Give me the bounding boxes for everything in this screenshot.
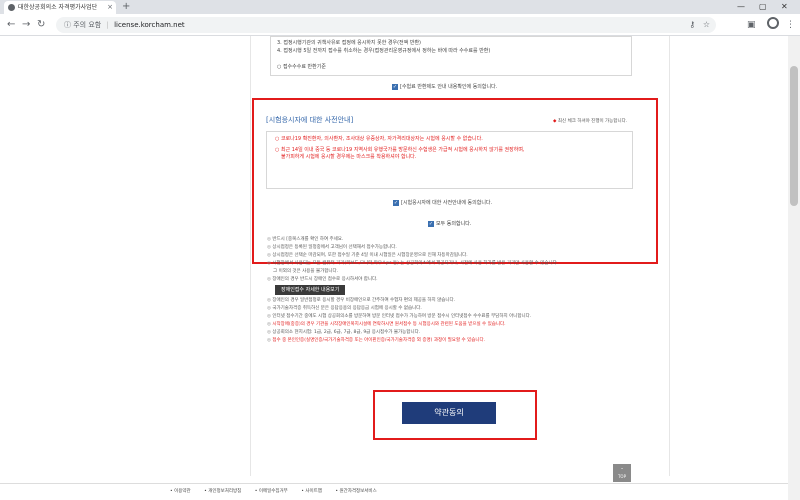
footer: • 이용약관 • 개인정보처리방침 • 이메일수집거부 • 사이트맵 • 원간자…	[0, 483, 800, 500]
browser-tab-bar: 대한상공회의소 자격평가사업단 × + — ▢ ✕	[0, 0, 800, 14]
guide-item: 장애인접수 자세한 내용보기	[267, 284, 637, 297]
menu-kebab-icon[interactable]: ⋮	[786, 17, 795, 33]
notice-agree-checkbox[interactable]: ✓	[393, 199, 399, 206]
forward-arrow-icon[interactable]: →	[22, 17, 30, 33]
footer-link-service[interactable]: • 원간자격정보서비스	[335, 489, 382, 494]
url-text: license.korcham.net	[114, 21, 185, 29]
guide-item: ◎ 시작장애(중증)의 경우 기관을 시작장애인복지시설에 연락하시면 원서접수…	[267, 322, 506, 327]
address-divider: |	[106, 21, 109, 29]
required-star-icon: ◆	[553, 119, 557, 124]
guide-item: ◎ 접수 중 본인인증(실명인증/국가기술자격증 또는 아이핀인증/국가기술자격…	[267, 338, 486, 343]
page-viewport: 3. 접정시행기관의 귀책사유로 접정에 응시하지 못한 경우(전액 반환) 4…	[0, 36, 800, 500]
scrollbar-thumb[interactable]	[790, 66, 798, 206]
notice-required-note: ◆ 최신 체크 하셔야 진행이 가능합니다.	[553, 118, 627, 124]
notice-paragraph: 불가피하게 시험에 응시할 경우에는 마스크를 착용하셔야 합니다.	[281, 154, 417, 160]
terms-line: 3. 접정시행기관의 귀책사유로 접정에 응시하지 못한 경우(전액 반환)	[277, 40, 422, 46]
tab-title: 대한상공회의소 자격평가사업단	[18, 4, 98, 11]
footer-link-privacy[interactable]: • 개인정보처리방침	[204, 489, 247, 494]
guide-item: ◎ 상공회의소 현지시험: 1급, 2급, 6급, 7급, 8급, 9급 응시접…	[267, 330, 421, 335]
guide-item: ◎ 상시접정은 선택순 마감되며, 또한 접수일 기준 4일 이내 시험일은 시…	[267, 253, 468, 258]
site-favicon-icon	[8, 4, 15, 11]
guide-item: ◎ 국가기술자격증 취득하신 분은 응답응용의 응답응금 시험에 응시할 수 없…	[267, 306, 422, 311]
address-bar[interactable]: ⓘ 주의 요함 | license.korcham.net ⚷ ☆	[56, 17, 716, 33]
security-label: 주의 요함	[73, 21, 102, 29]
all-agree-row: ✓ 모두 동의합니다.	[428, 220, 471, 227]
back-arrow-icon[interactable]: ←	[7, 17, 15, 33]
guide-item: ◎ 장애인의 경우 반드시 장애인 접수로 응시하셔야 합니다.	[267, 277, 378, 282]
key-icon[interactable]: ⚷	[689, 20, 695, 29]
chevron-up-icon: ⌃	[620, 467, 624, 472]
notice-agree-row: ✓ [시험응시자에 대한 사전안내에 동의합니다.	[393, 199, 492, 207]
guide-list: ◎ 반드시 [중복스개를 확인 하여 주세요. ◎ 상시접정은 등록된 일정중에…	[267, 236, 637, 345]
all-agree-checkbox[interactable]: ✓	[428, 220, 434, 227]
agree-terms-button[interactable]: 약관동의	[402, 402, 496, 424]
terms-line: 4. 접정시행 5일 전까지 접수를 취소하는 경우(접정관리운영규정에서 정하…	[277, 48, 491, 54]
refund-agree-row: ✓ [수험료 반환제도 안내 내용확인에 동의합니다.	[392, 83, 497, 91]
disabled-registration-detail-button[interactable]: 장애인접수 자세한 내용보기	[275, 285, 346, 295]
notice-title: [시험응시자에 대한 사전안내]	[266, 116, 354, 124]
footer-link-sitemap[interactable]: • 사이트맵	[301, 489, 328, 494]
guide-item: 그 이외의 것은 사용을 불가합니다.	[273, 269, 339, 274]
top-label: TOP	[617, 474, 626, 479]
notice-paragraph: ○ 최근 14일 이내 중국 등 코로나19 지역사회 유행국가를 방문하신 수…	[275, 147, 525, 153]
scroll-top-button[interactable]: ⌃ TOP	[613, 464, 631, 482]
minimize-button[interactable]: —	[737, 0, 745, 14]
guide-item: ◎ 반드시 [중복스개를 확인 하여 주세요.	[267, 237, 344, 242]
info-icon[interactable]: ⓘ	[64, 21, 71, 29]
browser-toolbar: ← → ↻ ⓘ 주의 요함 | license.korcham.net ⚷ ☆ …	[0, 14, 800, 36]
browser-tab[interactable]: 대한상공회의소 자격평가사업단 ×	[4, 1, 116, 14]
guide-item: ◎ 인터넷 접수기간 중에도 시험 상공회의소를 방문하여 방문 인터넷 접수가…	[267, 314, 532, 319]
close-window-button[interactable]: ✕	[781, 0, 788, 14]
footer-links: • 이용약관 • 개인정보처리방침 • 이메일수집거부 • 사이트맵 • 원간자…	[170, 488, 389, 494]
terms-line	[277, 55, 625, 63]
guide-item: ◎ 상시접정은 등록된 일정중에서 고객님이 선택해서 접수가능합니다.	[267, 245, 397, 250]
refund-agree-checkbox[interactable]: ✓	[392, 83, 398, 90]
reload-icon[interactable]: ↻	[37, 17, 45, 33]
notice-agree-label: [시험응시자에 대한 사전안내에 동의합니다.	[401, 200, 493, 206]
maximize-button[interactable]: ▢	[759, 0, 767, 14]
bookmark-star-icon[interactable]: ☆	[703, 20, 710, 29]
terms-line: ○ 접수수수료 반환기준	[277, 64, 326, 70]
page-scrollbar[interactable]	[788, 36, 800, 500]
guide-item: ◎ 장애인의 경우 일반접정로 응시할 경우 비장애인으로 간주하여 수험자 편…	[267, 298, 456, 303]
omnibox-actions: ⚷ ☆	[689, 17, 710, 33]
new-tab-button[interactable]: +	[122, 0, 130, 14]
notice-content-box[interactable]: ○ 코로나19 확진환자, 의사환자, 조사대상 유증상자, 자가격리대상자는 …	[266, 131, 633, 189]
footer-link-terms[interactable]: • 이용약관	[170, 489, 197, 494]
tab-close-icon[interactable]: ×	[107, 1, 113, 14]
refund-terms-box[interactable]: 3. 접정시행기관의 귀책사유로 접정에 응시하지 못한 경우(전액 반환) 4…	[270, 36, 632, 76]
notice-note-text: 최신 체크 하셔야 진행이 가능합니다.	[557, 119, 628, 124]
notice-paragraph: ○ 코로나19 확진환자, 의사환자, 조사대상 유증상자, 자가격리대상자는 …	[275, 136, 483, 142]
profile-avatar-icon[interactable]	[767, 17, 779, 29]
refund-agree-label: [수험료 반환제도 안내 내용확인에 동의합니다.	[400, 84, 498, 90]
all-agree-label: 모두 동의합니다.	[436, 221, 472, 227]
guide-item: ◎ 시험장에서 사용되는 모든 컴퓨터 기기(키보드,모니터,마우스pc 등) …	[267, 261, 559, 266]
extension-icon[interactable]: ▣	[747, 17, 756, 33]
footer-link-email-refusal[interactable]: • 이메일수집거부	[255, 489, 294, 494]
